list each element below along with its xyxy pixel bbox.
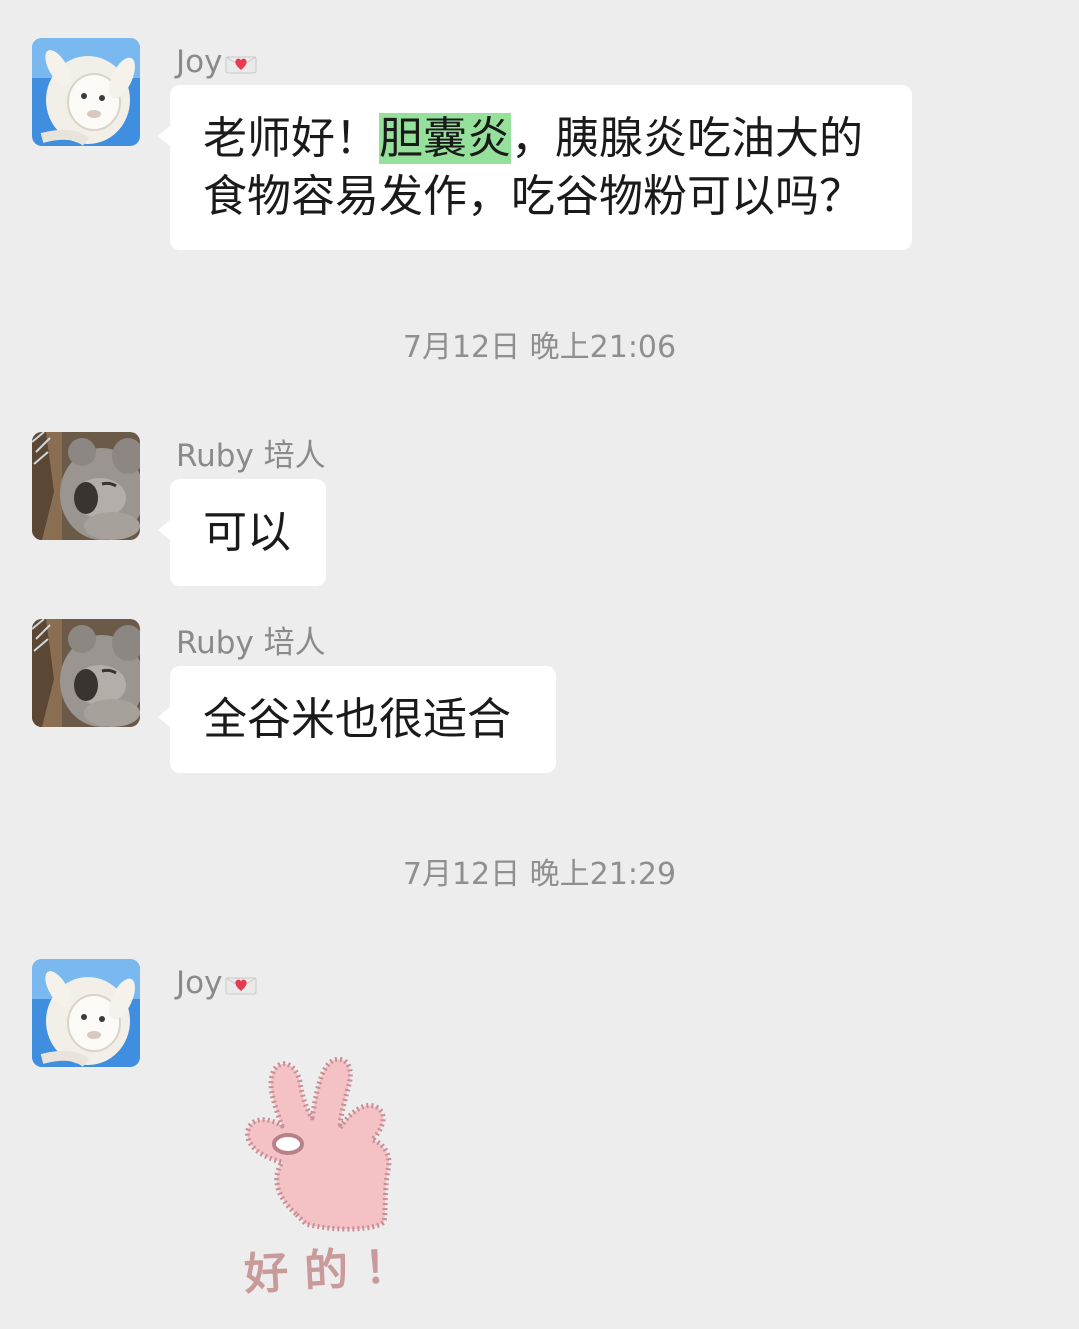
koala-avatar-icon — [32, 432, 140, 540]
sender-name-text: Joy — [176, 965, 223, 1001]
message-bubble[interactable]: 老师好！胆囊炎，胰腺炎吃油大的食物容易发作，吃谷物粉可以吗？ — [158, 85, 912, 250]
sticker-caption: 好的！ — [243, 1240, 426, 1301]
avatar-joy[interactable] — [32, 959, 140, 1067]
avatar-ruby[interactable] — [32, 619, 140, 727]
message-text: 可以 — [203, 507, 291, 558]
message-bubble[interactable]: 全谷米也很适合 — [158, 666, 556, 773]
lamb-avatar-icon — [32, 38, 140, 146]
sender-name: Joy — [176, 42, 258, 82]
lamb-avatar-icon — [32, 959, 140, 1067]
heart-envelope-icon — [225, 56, 257, 73]
message-text: 全谷米也很适合 — [203, 694, 511, 745]
ok-hand-sticker[interactable]: 好的！ — [236, 1046, 436, 1301]
sender-name-text: Joy — [176, 44, 223, 80]
message-bubble[interactable]: 可以 — [158, 479, 326, 586]
heart-envelope-icon — [225, 977, 257, 994]
timestamp: 7月12日 晚上21:06 — [402, 330, 677, 365]
avatar-ruby[interactable] — [32, 432, 140, 540]
sender-name: Ruby 培人 — [176, 438, 326, 474]
sender-name: Joy — [176, 963, 258, 1003]
timestamp: 7月12日 晚上21:29 — [402, 857, 677, 892]
sender-name: Ruby 培人 — [176, 625, 326, 661]
highlighted-text: 胆囊炎 — [379, 113, 511, 164]
message-text: 老师好！ — [203, 113, 379, 164]
koala-avatar-icon — [32, 619, 140, 727]
avatar-joy[interactable] — [32, 38, 140, 146]
